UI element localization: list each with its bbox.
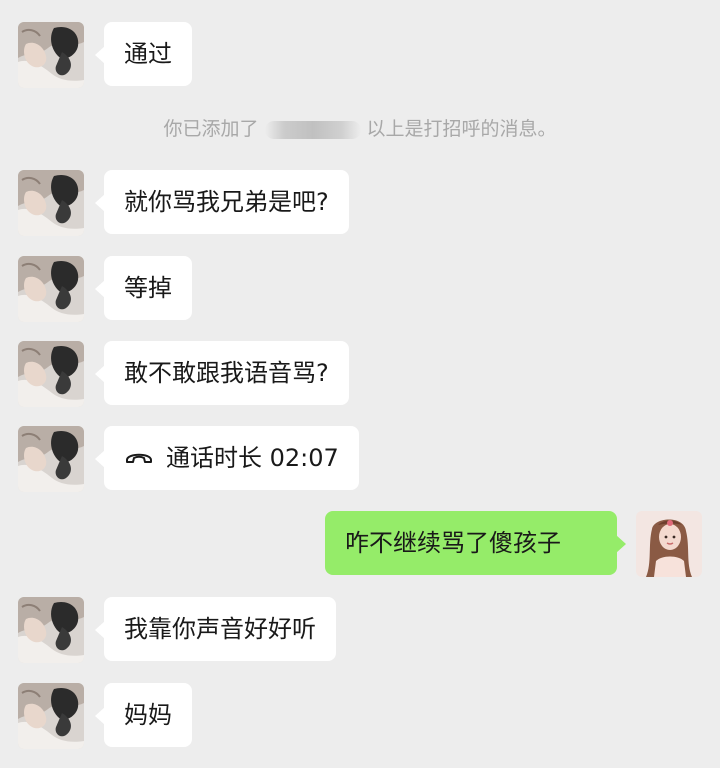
system-notice-suffix: 以上是打招呼的消息。: [366, 118, 557, 140]
contact-avatar[interactable]: [18, 22, 84, 88]
message-bubble[interactable]: 通过: [95, 22, 192, 86]
contact-avatar[interactable]: [18, 256, 84, 322]
call-duration-text: 通话时长 02:07: [166, 444, 339, 472]
message-bubble[interactable]: 敢不敢跟我语音骂?: [95, 341, 349, 405]
call-record-bubble[interactable]: 通话时长 02:07: [95, 425, 359, 490]
redacted-name: [264, 120, 361, 139]
system-notice-prefix: 你已添加了: [163, 118, 259, 140]
message-bubble[interactable]: 妈妈: [95, 683, 192, 747]
contact-avatar[interactable]: [18, 341, 84, 407]
contact-avatar[interactable]: [18, 683, 84, 749]
message-bubble-outgoing[interactable]: 咋不继续骂了傻孩子: [325, 511, 626, 575]
message-bubble[interactable]: 就你骂我兄弟是吧?: [95, 170, 349, 234]
system-notice: 你已添加了 以上是打招呼的消息。: [0, 114, 720, 144]
message-bubble[interactable]: 我靠你声音好好听: [95, 597, 336, 661]
contact-avatar[interactable]: [18, 170, 84, 236]
phone-hangup-icon: [124, 425, 154, 489]
message-bubble[interactable]: 等掉: [95, 256, 192, 320]
contact-avatar[interactable]: [18, 597, 84, 663]
contact-avatar[interactable]: [18, 426, 84, 492]
self-avatar[interactable]: [636, 511, 702, 577]
